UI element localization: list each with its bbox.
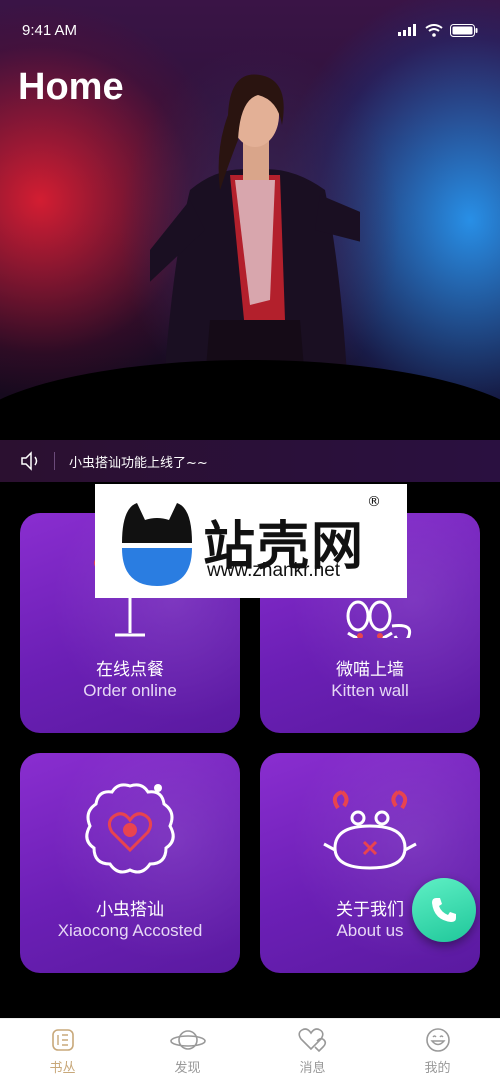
- tab-label: 书丛: [49, 1061, 76, 1076]
- tab-label: 发现: [174, 1061, 201, 1076]
- watermark-url: www.zhankr.net: [207, 560, 341, 581]
- heart-message-icon: [297, 1028, 326, 1053]
- watermark-cat-icon: [122, 503, 192, 586]
- card-title-en: Kitten wall: [331, 681, 409, 700]
- tab-label: 消息: [299, 1061, 326, 1076]
- hero-curve: [0, 360, 500, 440]
- notice-text: 小虫搭讪功能上线了~~: [69, 455, 208, 471]
- book-icon: [51, 1029, 74, 1051]
- crab-icon: [323, 790, 417, 870]
- card-title-cn: 在线点餐: [96, 660, 164, 680]
- card-title-cn: 微喵上墙: [336, 660, 404, 680]
- tab-mine[interactable]: 我的: [375, 1019, 500, 1083]
- phone-icon: [432, 898, 456, 922]
- status-bar: 9:41 AM: [0, 0, 500, 60]
- card-title-en: Order online: [83, 681, 177, 700]
- card-title-en: Xiaocong Accosted: [57, 921, 203, 940]
- tab-messages[interactable]: 消息: [250, 1019, 375, 1083]
- bug-heart-icon: [85, 783, 175, 874]
- status-time: 9:41 AM: [22, 21, 78, 39]
- signal-icon: [398, 24, 416, 36]
- page-title: Home: [18, 66, 124, 108]
- wifi-icon: [425, 23, 443, 37]
- tab-book[interactable]: 书丛: [0, 1019, 125, 1083]
- tab-bar: 书丛 发现 消息 我的: [0, 1018, 500, 1083]
- tab-discover[interactable]: 发现: [125, 1019, 250, 1083]
- notice-divider: [54, 452, 55, 470]
- card-title-cn: 小虫搭讪: [96, 900, 164, 920]
- notice-bar[interactable]: 小虫搭讪功能上线了~~: [0, 440, 500, 482]
- call-button[interactable]: [412, 878, 476, 942]
- watermark-logo: 站壳网 ® www.zhankr.net: [95, 484, 407, 598]
- card-xiaocong-accosted[interactable]: 小虫搭讪 Xiaocong Accosted: [20, 753, 240, 973]
- watermark-registered: ®: [367, 494, 381, 510]
- smile-icon: [425, 1028, 450, 1052]
- tab-label: 我的: [424, 1061, 451, 1076]
- battery-icon: [450, 23, 478, 37]
- speaker-icon: [21, 451, 38, 471]
- planet-icon: [169, 1030, 206, 1050]
